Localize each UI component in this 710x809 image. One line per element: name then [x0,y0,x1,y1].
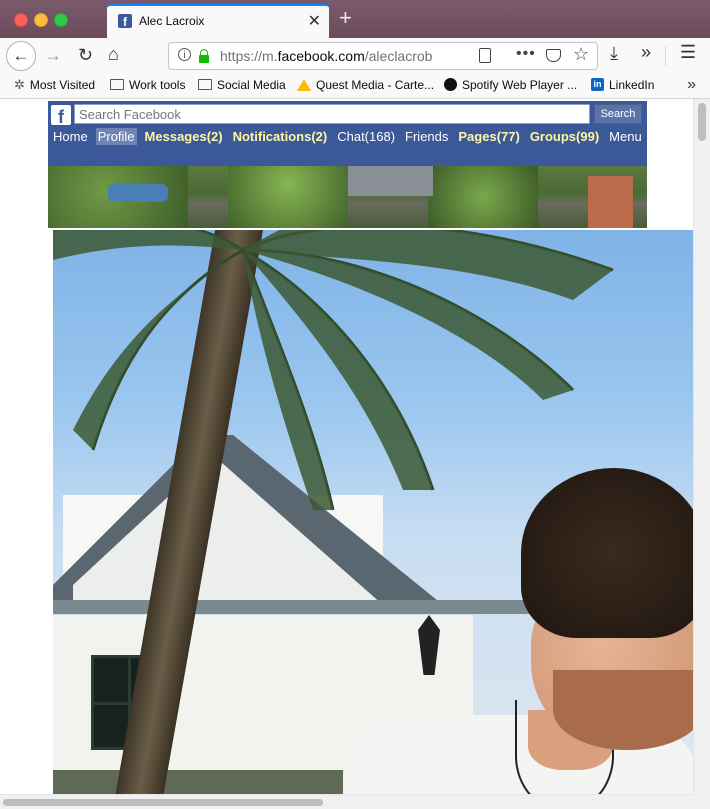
facebook-logo-icon[interactable]: f [51,105,71,127]
vertical-scroll-thumb[interactable] [698,103,706,141]
pocket-icon[interactable] [546,49,561,62]
bookmark-spotify[interactable]: Spotify Web Player ... [444,78,577,92]
folder-icon [198,79,212,91]
horizontal-scrollbar[interactable] [0,794,693,809]
star-icon[interactable]: ☆ [573,44,589,65]
spotify-icon [444,78,457,92]
facebook-nav: Home Profile Messages(2) Notifications(2) Ch… [51,128,650,148]
scrollbar-corner [693,794,710,809]
close-window-button[interactable] [14,13,28,27]
horizontal-scroll-thumb[interactable] [3,799,323,806]
url-host: facebook.com [277,48,365,64]
person-hair [521,468,695,638]
minimize-window-button[interactable] [34,13,48,27]
nav-profile[interactable]: Profile [95,128,137,145]
nav-notifications[interactable]: Notifications(2) [231,128,330,145]
browser-tab[interactable]: f Alec Lacroix ✕ [107,4,329,38]
info-icon[interactable]: i [178,48,191,61]
url-text[interactable]: https://m.facebook.com/aleclacrob [220,48,442,64]
nav-groups[interactable]: Groups(99) [528,128,601,145]
forward-icon[interactable]: → [44,45,62,65]
close-tab-icon[interactable]: ✕ [308,11,321,31]
nav-home[interactable]: Home [51,128,90,145]
bookmarks-bar: ✲ Most Visited Work tools Social Media Qu… [0,74,710,99]
bookmark-work-tools[interactable]: Work tools [110,78,185,92]
more-icon[interactable]: ••• [516,45,536,63]
url-prefix: https://m. [220,48,278,64]
profile-photo[interactable] [51,228,695,802]
menu-icon[interactable]: ☰ [680,42,696,63]
nav-menu[interactable]: Menu [607,128,644,145]
url-path: /aleclacrob [364,48,433,64]
bookmark-label: Social Media [217,78,286,92]
page-content: f Search Home Profile Messages(2) Notificat… [0,99,710,809]
bookmark-quest-media[interactable]: Quest Media - Carte... [297,78,434,92]
facebook-icon: f [118,14,132,29]
search-button[interactable]: Search [594,104,642,124]
vertical-scrollbar[interactable] [693,99,710,794]
gear-icon: ✲ [14,76,25,92]
cover-photo[interactable] [48,166,647,228]
google-drive-icon [297,78,311,91]
bookmark-label: LinkedIn [609,78,655,92]
home-icon[interactable]: ⌂ [108,44,119,64]
facebook-header: f Search Home Profile Messages(2) Notificat… [48,99,647,168]
download-icon[interactable]: ⤓ [610,43,618,64]
nav-pages[interactable]: Pages(77) [456,128,521,145]
back-icon[interactable]: ← [6,41,36,71]
bookmark-social-media[interactable]: Social Media [198,78,286,92]
browser-window: f Alec Lacroix ✕ + ← → ↻ ⌂ i https://m.f… [0,0,710,809]
reload-icon[interactable]: ↻ [78,45,93,65]
bookmark-label: Spotify Web Player ... [462,78,578,92]
toolbar-separator [665,46,666,66]
bookmark-linkedin[interactable]: in LinkedIn [591,78,654,92]
bookmarks-overflow-icon[interactable]: » [687,76,696,94]
lock-icon [199,49,209,63]
zoom-window-button[interactable] [54,13,68,27]
nav-chat[interactable]: Chat(168) [335,128,397,145]
bookmark-most-visited[interactable]: ✲ Most Visited [14,78,95,92]
url-bar[interactable]: i https://m.facebook.com/aleclacrob ••• … [168,42,598,70]
bookmark-label: Work tools [129,78,186,92]
bookmark-label: Quest Media - Carte... [316,78,435,92]
folder-icon [110,79,124,91]
tab-title: Alec Lacroix [139,14,205,28]
tab-strip: f Alec Lacroix ✕ + [0,0,710,38]
overflow-icon[interactable]: » [641,42,651,63]
bookmark-label: Most Visited [29,78,96,92]
nav-friends[interactable]: Friends [403,128,450,145]
search-input[interactable] [74,104,590,124]
linkedin-icon: in [591,78,604,92]
reader-icon[interactable] [479,48,491,63]
new-tab-button[interactable]: + [339,6,352,30]
navigation-toolbar: ← → ↻ ⌂ i https://m.facebook.com/aleclac… [0,38,710,74]
nav-messages[interactable]: Messages(2) [143,128,225,145]
